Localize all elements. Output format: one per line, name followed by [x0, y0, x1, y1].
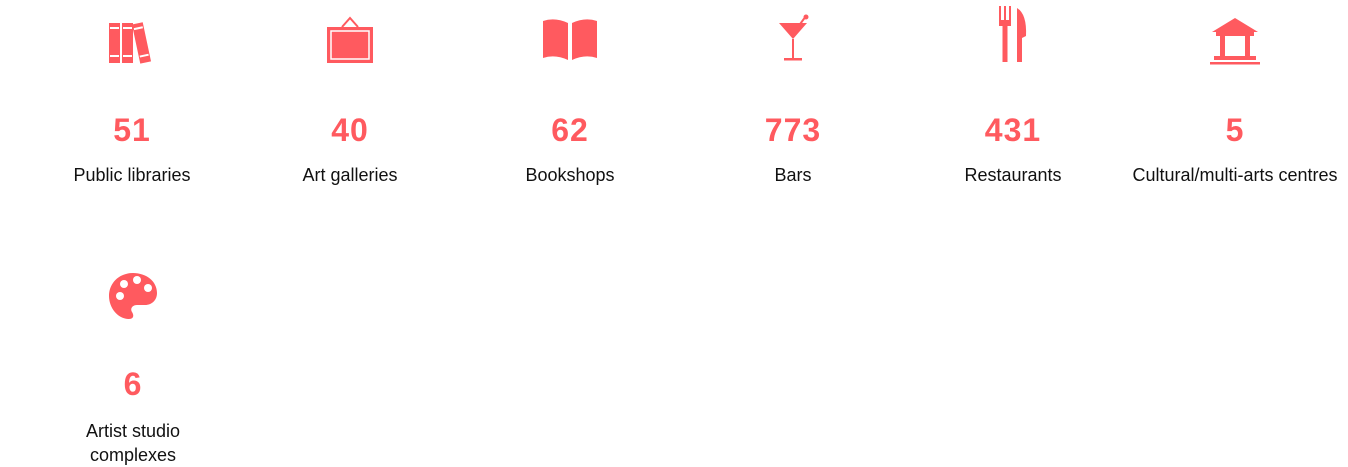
stat-label: Artist studio complexes	[85, 421, 181, 465]
fork-knife-icon	[983, 4, 1043, 64]
stat-value: 431	[984, 112, 1042, 148]
picture-frame-icon	[320, 10, 380, 70]
building-columns-icon	[1205, 10, 1265, 70]
stat-label: Public libraries	[73, 165, 191, 185]
cocktail-glass-icon	[763, 8, 823, 68]
stat-value: 62	[551, 112, 589, 148]
stat-label: Restaurants	[964, 165, 1062, 185]
stat-value: 51	[113, 112, 151, 148]
stat-label: Cultural/multi-arts centres	[1132, 165, 1338, 185]
stat-value: 40	[331, 112, 369, 148]
stat-label: Art galleries	[302, 165, 398, 185]
stat-label: Bookshops	[525, 165, 615, 185]
books-icon	[102, 10, 162, 70]
stat-value: 5	[1225, 112, 1245, 148]
palette-icon	[103, 266, 163, 326]
stat-label: Bars	[774, 165, 812, 185]
open-book-icon	[540, 8, 600, 68]
stat-value: 773	[764, 112, 822, 148]
stat-value: 6	[123, 366, 143, 402]
